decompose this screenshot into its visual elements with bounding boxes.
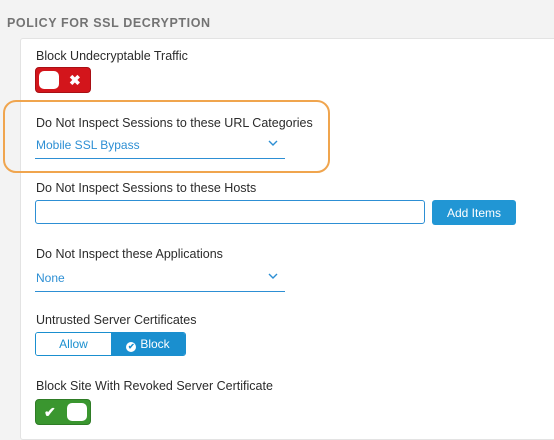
block-undecryptable-label: Block Undecryptable Traffic <box>36 49 188 63</box>
toggle-knob <box>67 403 87 421</box>
chevron-down-icon <box>268 140 278 146</box>
block-option[interactable]: ✔ Block <box>111 333 185 355</box>
hosts-label: Do Not Inspect Sessions to these Hosts <box>36 181 257 195</box>
revoked-cert-label: Block Site With Revoked Server Certifica… <box>36 379 273 393</box>
toggle-knob <box>39 71 59 89</box>
url-categories-value: Mobile SSL Bypass <box>36 138 140 152</box>
url-categories-label: Do Not Inspect Sessions to these URL Cat… <box>36 116 313 130</box>
close-icon: ✖ <box>69 72 81 88</box>
allow-option[interactable]: Allow <box>36 333 111 355</box>
section-title: POLICY FOR SSL DECRYPTION <box>7 16 211 30</box>
block-undecryptable-toggle[interactable]: ✖ <box>35 67 91 93</box>
check-circle-icon: ✔ <box>126 342 137 352</box>
untrusted-certs-label: Untrusted Server Certificates <box>36 313 197 327</box>
applications-label: Do Not Inspect these Applications <box>36 247 223 261</box>
hosts-input[interactable] <box>35 200 425 224</box>
revoked-cert-toggle[interactable]: ✔ <box>35 399 91 425</box>
check-icon: ✔ <box>44 404 56 420</box>
untrusted-certs-segmented-control: Allow ✔ Block <box>35 332 186 356</box>
applications-value: None <box>36 271 65 285</box>
applications-select[interactable]: None <box>35 267 285 292</box>
add-items-button[interactable]: Add Items <box>432 200 516 225</box>
url-categories-select[interactable]: Mobile SSL Bypass <box>35 134 285 159</box>
chevron-down-icon <box>268 273 278 279</box>
block-option-label: Block <box>140 337 170 351</box>
